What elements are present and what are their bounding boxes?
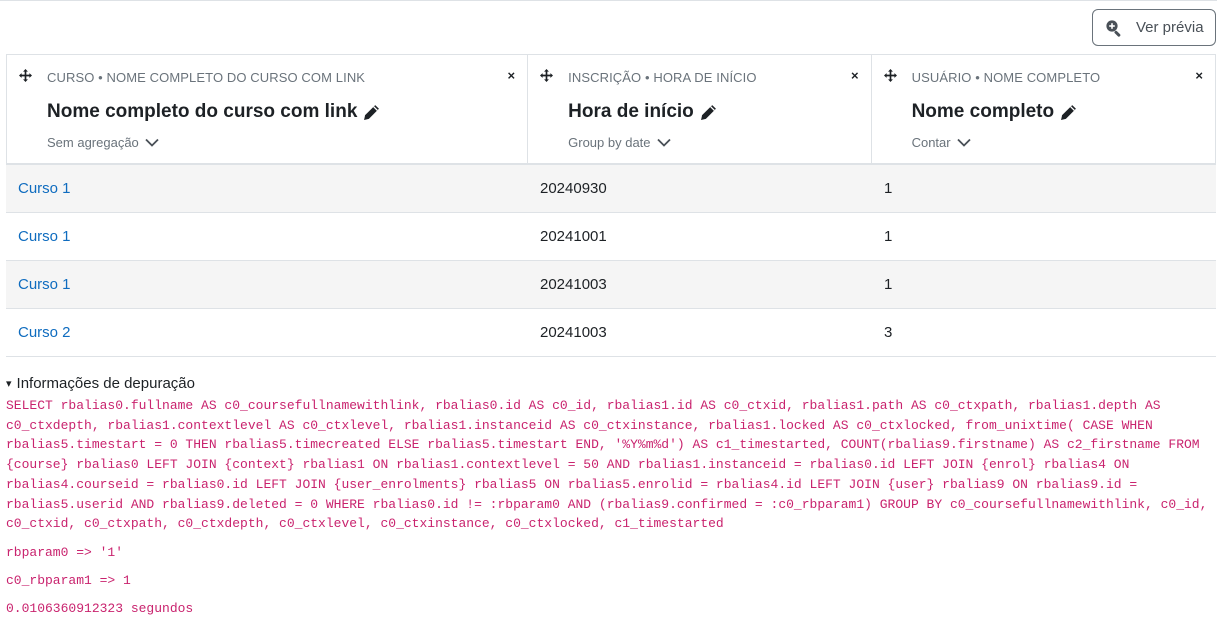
table-cell-count: 1 xyxy=(884,276,893,293)
table-cell-start: 20241001 xyxy=(540,228,607,245)
debug-summary-label: Informações de depuração xyxy=(16,375,195,392)
close-icon[interactable]: × xyxy=(851,69,859,82)
debug-param: c0_rbparam1 => 1 xyxy=(6,572,131,588)
column-title: Nome completo do curso com link xyxy=(47,101,380,123)
debug-toggle[interactable]: ▾ Informações de depuração xyxy=(6,375,1214,392)
table-cell-start: 20241003 xyxy=(540,324,607,341)
table-cell-course: Curso 1 xyxy=(6,276,528,293)
table-cell-count: 3 xyxy=(884,324,893,341)
aggregation-select[interactable]: Group by date xyxy=(568,135,671,150)
pencil-icon[interactable] xyxy=(1060,104,1077,121)
debug-sql: SELECT rbalias0.fullname AS c0_courseful… xyxy=(6,398,1208,532)
column-category: INSCRIÇÃO • HORA DE INÍCIO xyxy=(568,70,757,85)
column-title: Nome completo xyxy=(912,101,1078,123)
close-icon[interactable]: × xyxy=(508,69,516,82)
table-cell-start: 20240930 xyxy=(540,180,607,197)
preview-button[interactable]: Ver prévia xyxy=(1092,9,1216,46)
pencil-icon[interactable] xyxy=(700,104,717,121)
course-link[interactable]: Curso 1 xyxy=(18,180,71,197)
table-row: Curso 1 20241003 1 xyxy=(6,261,1216,309)
top-divider xyxy=(0,0,1217,1)
chevron-down-icon xyxy=(145,138,159,147)
table-row: Curso 2 20241003 3 xyxy=(6,309,1216,357)
column-title-text: Hora de início xyxy=(568,101,694,122)
aggregation-label: Contar xyxy=(911,135,951,150)
preview-button-label: Ver prévia xyxy=(1136,19,1204,36)
chevron-down-icon xyxy=(656,138,671,147)
table-cell-count: 1 xyxy=(884,180,893,197)
column-title-text: Nome completo xyxy=(911,101,1055,122)
table-row: Curso 1 20240930 1 xyxy=(6,165,1216,213)
course-link[interactable]: Curso 1 xyxy=(18,276,71,293)
course-link[interactable]: Curso 1 xyxy=(18,228,71,245)
column-category: USUÁRIO • NOME COMPLETO xyxy=(911,70,1101,85)
table-cell-course: Curso 2 xyxy=(6,324,528,341)
table-cell-start: 20241003 xyxy=(540,276,607,293)
column-header-course: CURSO • NOME COMPLETO DO CURSO COM LINK … xyxy=(7,55,529,163)
table-row: Curso 1 20241001 1 xyxy=(6,213,1216,261)
move-arrows-icon[interactable] xyxy=(540,69,554,82)
report-table: CURSO • NOME COMPLETO DO CURSO COM LINK … xyxy=(6,54,1216,357)
table-cell-course: Curso 1 xyxy=(6,228,528,245)
report-body: Curso 1 20240930 1 Curso 1 20241001 1 Cu… xyxy=(6,165,1216,357)
debug-info: ▾ Informações de depuração SELECT rbalia… xyxy=(6,375,1214,618)
debug-timing: 0.0106360912323 segundos xyxy=(6,600,194,616)
column-header-start-time: INSCRIÇÃO • HORA DE INÍCIO × Hora de iní… xyxy=(528,55,872,163)
table-cell-count: 1 xyxy=(884,228,893,245)
aggregation-select[interactable]: Sem agregação xyxy=(47,135,159,150)
triangle-down-icon: ▾ xyxy=(6,378,12,390)
close-icon[interactable]: × xyxy=(1195,69,1203,82)
column-header-user-fullname: USUÁRIO • NOME COMPLETO × Nome completo … xyxy=(872,55,1215,163)
aggregation-select[interactable]: Contar xyxy=(912,135,971,150)
search-plus-icon xyxy=(1106,19,1121,37)
move-arrows-icon[interactable] xyxy=(883,69,897,82)
column-title: Hora de início xyxy=(568,101,717,123)
course-link[interactable]: Curso 2 xyxy=(18,324,71,341)
aggregation-label: Group by date xyxy=(568,135,651,150)
column-category: CURSO • NOME COMPLETO DO CURSO COM LINK xyxy=(47,70,366,85)
report-header-row: CURSO • NOME COMPLETO DO CURSO COM LINK … xyxy=(6,54,1216,165)
debug-param: rbparam0 => '1' xyxy=(6,544,124,560)
aggregation-label: Sem agregação xyxy=(47,135,139,150)
table-cell-course: Curso 1 xyxy=(6,180,528,197)
move-arrows-icon[interactable] xyxy=(19,69,32,82)
chevron-down-icon xyxy=(956,138,971,147)
pencil-icon[interactable] xyxy=(363,104,380,121)
column-title-text: Nome completo do curso com link xyxy=(47,101,358,122)
